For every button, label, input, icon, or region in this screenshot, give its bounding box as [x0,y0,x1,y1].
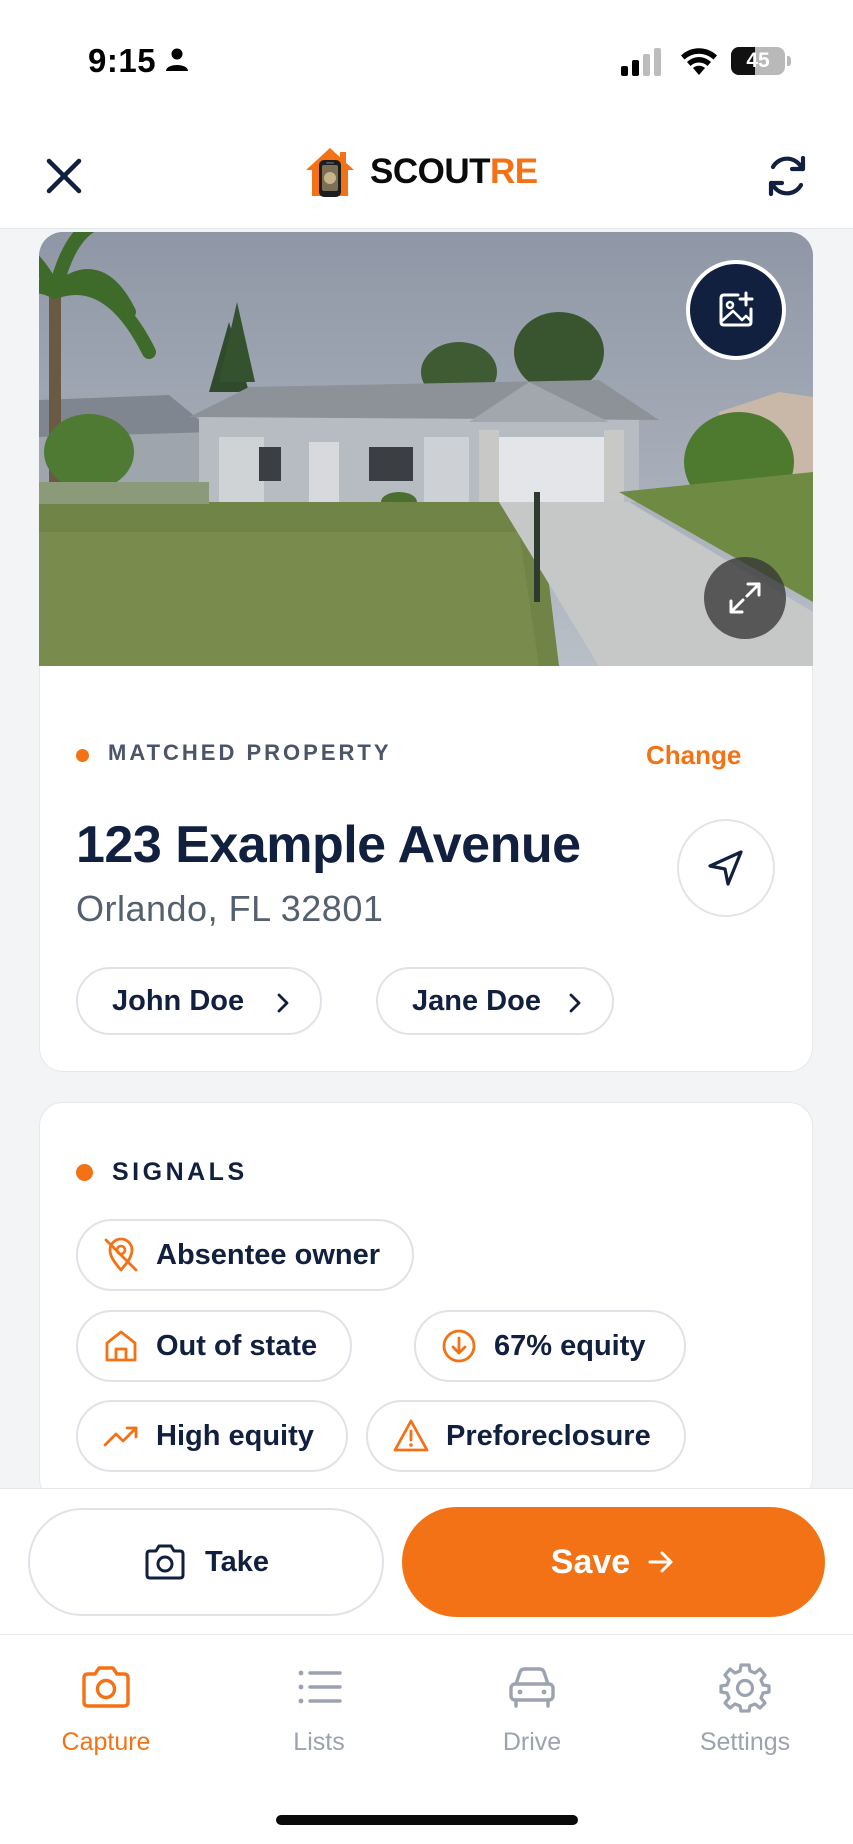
signal-chip-out-of-state[interactable]: Out of state [76,1310,352,1382]
camera-icon [145,1544,185,1580]
arrow-down-circle-icon [442,1329,476,1363]
close-icon[interactable] [40,152,88,200]
home-icon [105,1330,137,1362]
tab-settings[interactable]: Settings [660,1660,830,1770]
owner-chip-jane-doe[interactable]: Jane Doe [376,967,614,1035]
warning-icon [393,1419,429,1452]
person-icon [166,48,188,71]
signal-label: Preforeclosure [446,1419,651,1452]
tab-label: Capture [61,1728,151,1756]
battery-indicator: 45 [731,47,785,75]
tab-label: Settings [699,1728,791,1756]
tab-drive[interactable]: Drive [447,1660,617,1770]
tab-lists[interactable]: Lists [234,1660,404,1770]
signal-label: High equity [156,1419,314,1452]
signal-chip-high-equity[interactable]: High equity [76,1400,348,1472]
tab-label: Lists [293,1728,345,1756]
navigate-button[interactable] [677,819,775,917]
tab-label: Drive [502,1728,562,1756]
signal-chip-absentee-owner[interactable]: Absentee owner [76,1219,414,1291]
owner-name: John Doe [112,984,245,1017]
owner-chip-john-doe[interactable]: John Doe [76,967,322,1035]
navigation-arrow-icon [708,850,743,886]
save-label: Save [550,1542,631,1581]
battery-level: 45 [746,49,770,72]
brand-logo: SCOUTRE [304,145,538,199]
matched-dot [76,749,89,762]
car-icon [509,1667,555,1708]
property-city: Orlando, FL 32801 [76,888,384,929]
status-bar: 9:15 45 [0,0,853,115]
app-header: SCOUTRE [0,115,853,229]
expand-icon [729,582,761,614]
add-photo-icon [719,291,754,327]
tab-capture[interactable]: Capture [21,1660,191,1770]
take-photo-button[interactable]: Take [28,1508,384,1616]
gear-icon [719,1663,771,1713]
change-property-link[interactable]: Change [646,740,741,771]
refresh-icon[interactable] [762,151,812,201]
signals-dot [76,1164,93,1181]
trending-up-icon [103,1426,138,1447]
location-off-icon [104,1237,138,1272]
expand-photo-button[interactable] [704,557,786,639]
arrow-right-icon [648,1551,673,1573]
property-street: 123 Example Avenue [76,816,581,874]
status-time: 9:15 [88,42,157,79]
owner-name: Jane Doe [412,984,541,1017]
cellular-signal-icon [621,48,661,76]
brand-name: SCOUTRE [370,152,538,191]
add-photo-button[interactable] [686,260,786,360]
home-indicator [276,1815,578,1825]
camera-icon [82,1666,130,1708]
chevron-right-icon [277,993,289,1013]
signal-label: 67% equity [494,1329,646,1362]
signals-label: SIGNALS [112,1158,248,1186]
matched-property-label: MATCHED PROPERTY [108,740,392,765]
house-phone-logo-icon [306,148,354,197]
chevron-right-icon [569,993,581,1013]
take-label: Take [205,1545,269,1578]
signal-chip-preforeclosure[interactable]: Preforeclosure [366,1400,686,1472]
list-icon [298,1670,342,1704]
battery-tip [787,56,791,66]
wifi-icon [681,48,717,75]
save-button[interactable]: Save [402,1507,825,1617]
signal-chip-equity[interactable]: 67% equity [414,1310,686,1382]
signal-label: Absentee owner [156,1238,380,1271]
signal-label: Out of state [156,1329,318,1362]
